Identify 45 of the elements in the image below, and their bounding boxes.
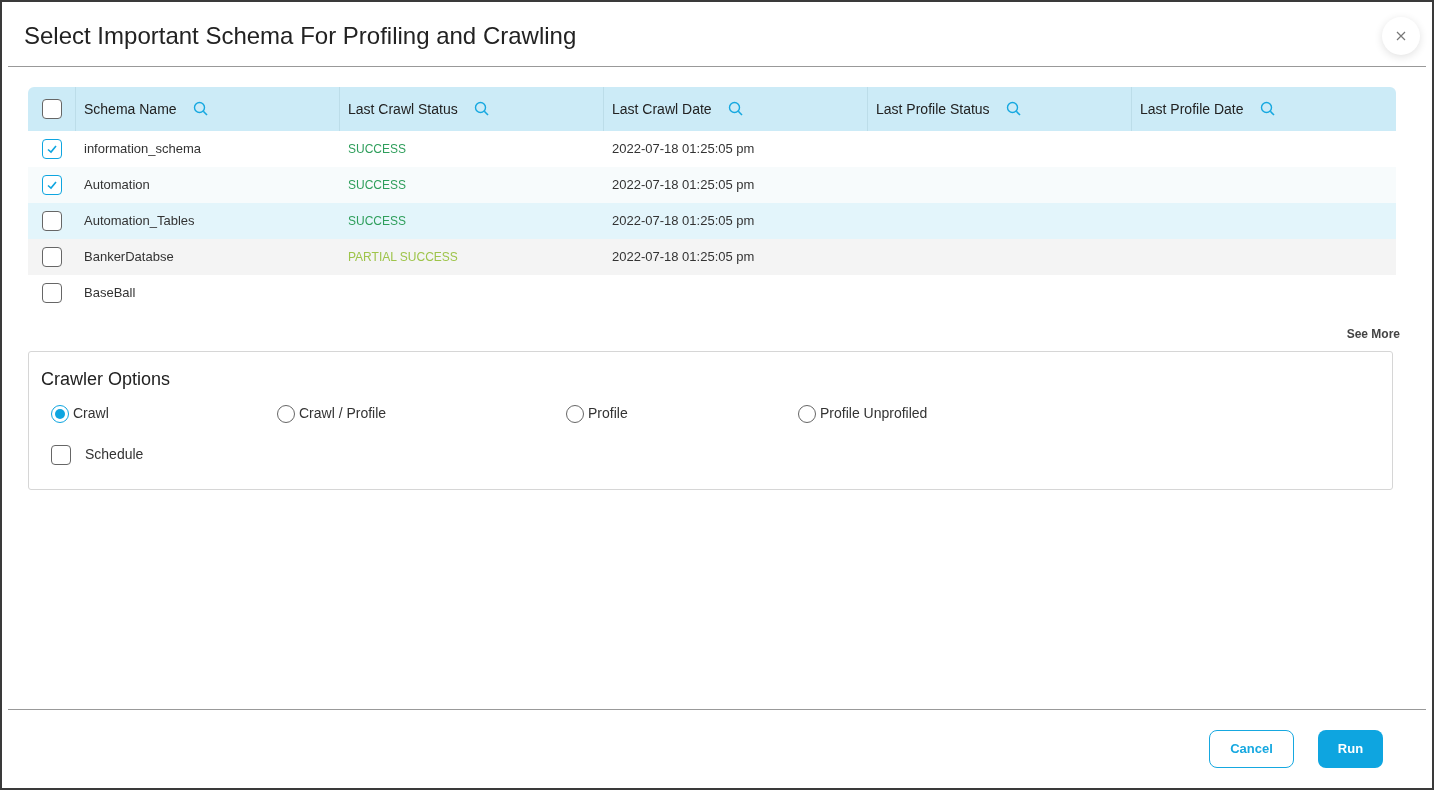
table-row[interactable]: Automation_Tables SUCCESS 2022-07-18 01:25:05 pm [28, 203, 1396, 239]
checkbox[interactable] [51, 444, 71, 465]
check-icon [46, 143, 58, 155]
search-icon[interactable] [192, 101, 209, 117]
checkbox[interactable] [42, 247, 62, 267]
checkbox[interactable] [42, 283, 62, 303]
table-cell: BankerDatabse [84, 249, 174, 265]
radio-option[interactable]: Crawl [51, 403, 277, 424]
table-cell: 2022-07-18 01:25:05 pm [612, 177, 755, 193]
table-cell: BaseBall [84, 285, 136, 301]
status-text: PARTIAL SUCCESS [348, 250, 458, 265]
column-header: Last Profile Date [1140, 99, 1244, 119]
see-more-link[interactable]: See More [1346, 325, 1400, 343]
checkbox[interactable] [42, 139, 62, 159]
checkbox[interactable] [42, 175, 62, 195]
table-cell: 2022-07-18 01:25:05 pm [612, 213, 755, 229]
checkbox[interactable] [42, 211, 62, 231]
section-title: Crawler Options [41, 368, 172, 391]
search-icon[interactable] [1005, 101, 1022, 117]
search-icon[interactable] [473, 101, 490, 117]
column-header: Last Crawl Status [348, 99, 458, 119]
table-cell: Automation [84, 177, 150, 193]
check-icon [46, 179, 58, 191]
table-row[interactable]: Automation SUCCESS 2022-07-18 01:25:05 pm [28, 167, 1396, 203]
close-button[interactable] [1382, 17, 1420, 55]
status-text: SUCCESS [348, 178, 406, 193]
radio-option[interactable]: Profile Unprofiled [798, 403, 1030, 424]
dialog-title: Select Important Schema For Profiling and Crawling [24, 21, 577, 51]
column-header: Last Profile Status [876, 99, 990, 119]
checkbox-label: Schedule [85, 445, 144, 464]
table-cell: 2022-07-18 01:25:05 pm [612, 249, 755, 265]
status-text: SUCCESS [348, 214, 406, 229]
status-text: SUCCESS [348, 142, 406, 157]
search-icon[interactable] [727, 101, 744, 117]
search-icon[interactable] [1259, 101, 1276, 117]
close-icon [1396, 31, 1406, 41]
radio-option[interactable]: Profile [566, 403, 798, 424]
checkbox[interactable] [41, 99, 62, 119]
radio-option[interactable]: Crawl / Profile [277, 403, 566, 424]
table-cell: information_schema [84, 141, 202, 157]
column-header: Last Crawl Date [612, 99, 712, 119]
table-cell: 2022-07-18 01:25:05 pm [612, 141, 755, 157]
column-header: Schema Name [84, 99, 177, 119]
table-cell: Automation_Tables [84, 213, 195, 229]
table-row[interactable]: BankerDatabse PARTIAL SUCCESS 2022-07-18 01:25:05 pm [28, 239, 1396, 275]
